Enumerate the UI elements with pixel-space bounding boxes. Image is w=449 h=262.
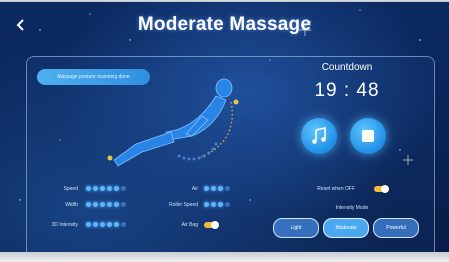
speed-label: Speed [63, 186, 78, 192]
stop-button[interactable] [350, 118, 386, 154]
air-dot [211, 186, 216, 191]
intensity-mode-label: Intensity Mode [335, 205, 369, 211]
mode-light-button[interactable]: Light [273, 218, 319, 238]
reset-when-off-toggle[interactable] [374, 185, 389, 193]
speed-dot [121, 186, 126, 191]
speed-dot [114, 186, 119, 191]
roller-dot [218, 202, 223, 207]
intensity-3d-level[interactable] [86, 222, 126, 227]
countdown-label: Countdown [321, 62, 373, 73]
width-dot [107, 202, 112, 207]
width-dot [86, 202, 91, 207]
air-dot [225, 186, 230, 191]
page-title: Moderate Massage [137, 14, 312, 35]
speed-dot [107, 186, 112, 191]
countdown-time: 19 : 48 [314, 80, 380, 101]
air-bag-label: Air Bag [181, 222, 198, 228]
intensity-dot [86, 222, 91, 227]
mode-moderate-button[interactable]: Moderate [323, 218, 369, 238]
speed-level[interactable] [86, 186, 126, 191]
air-bag-toggle[interactable] [204, 221, 219, 229]
roller-speed-label: Roller Speed [169, 202, 198, 208]
top-bezel [0, 0, 449, 2]
width-dot [114, 202, 119, 207]
massage-figure-illustration [107, 78, 239, 167]
intensity-dot [121, 222, 126, 227]
air-label: Air [191, 186, 198, 192]
roller-dot [225, 202, 230, 207]
intensity-dot [114, 222, 119, 227]
width-level[interactable] [86, 202, 126, 207]
mode-powerful-button[interactable]: Powerful [373, 218, 419, 238]
width-dot [93, 202, 98, 207]
intensity-dot [100, 222, 105, 227]
speed-dot [93, 186, 98, 191]
intensity-3d-label: 3D Intensity [51, 222, 78, 228]
intensity-dot [107, 222, 112, 227]
speed-dot [86, 186, 91, 191]
speed-dot [100, 186, 105, 191]
stop-square-icon [362, 130, 374, 142]
music-note-icon [312, 127, 326, 144]
bottom-bezel [0, 252, 449, 262]
air-dot [218, 186, 223, 191]
roller-dot [211, 202, 216, 207]
width-label: Width [65, 202, 78, 208]
roller-speed-level[interactable] [204, 202, 230, 207]
air-level[interactable] [204, 186, 230, 191]
music-button[interactable] [301, 118, 337, 154]
reset-when-off-label: Reset when OFF [317, 186, 355, 192]
width-dot [100, 202, 105, 207]
roller-dot [204, 202, 209, 207]
width-dot [121, 202, 126, 207]
air-dot [204, 186, 209, 191]
intensity-dot [93, 222, 98, 227]
